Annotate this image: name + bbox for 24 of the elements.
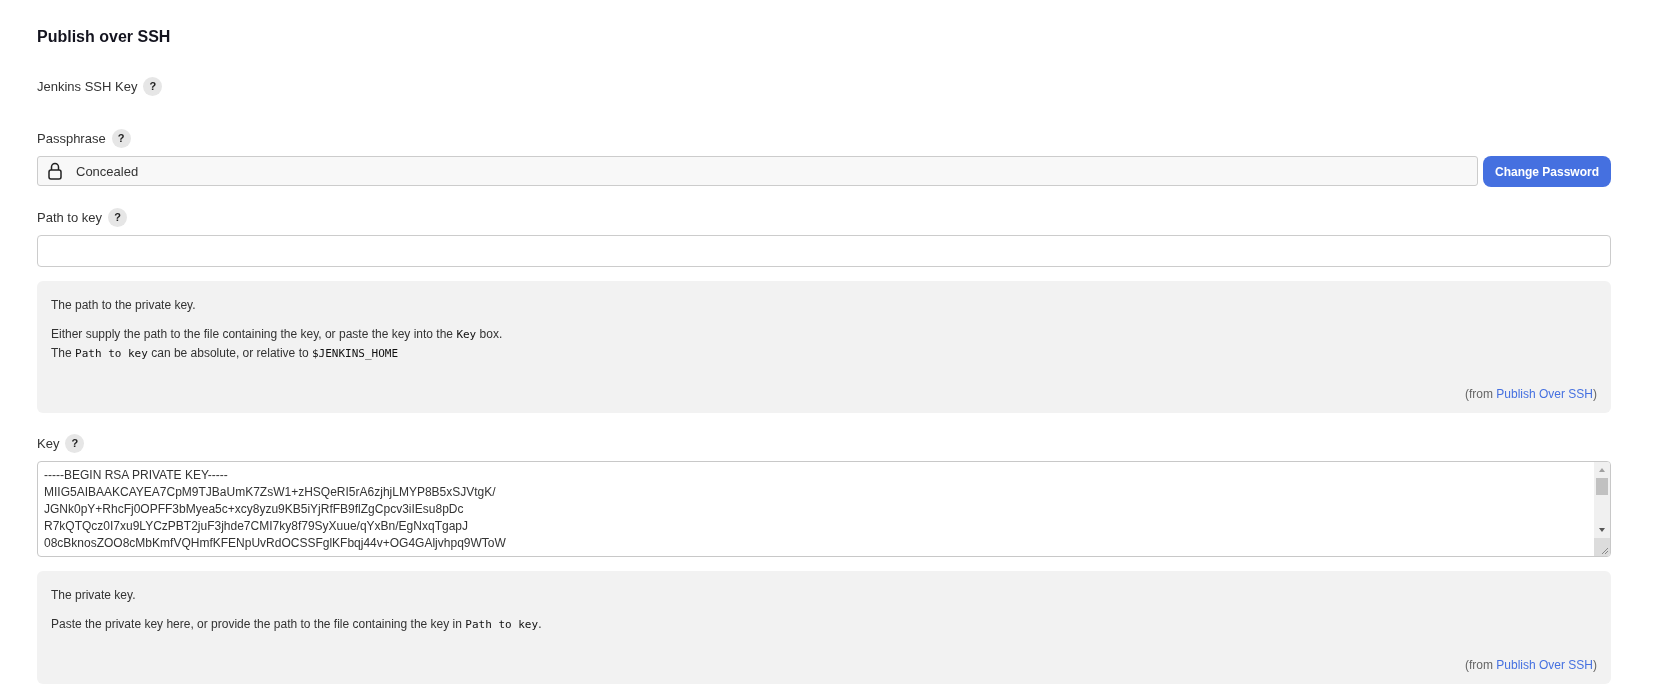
- field-label: Jenkins SSH Key: [37, 78, 138, 94]
- change-password-button[interactable]: Change Password: [1482, 156, 1611, 187]
- plugin-link[interactable]: Publish Over SSH: [1496, 387, 1593, 401]
- field-label: Passphrase: [37, 130, 106, 146]
- plugin-link[interactable]: Publish Over SSH: [1496, 658, 1593, 672]
- help-text: The Path to key can be absolute, or relative to $JENKINS_HOME: [51, 345, 400, 362]
- scrollbar[interactable]: [1594, 462, 1610, 556]
- help-button[interactable]: ?: [65, 433, 85, 453]
- help-button[interactable]: ?: [143, 76, 163, 96]
- source-note: (from Publish Over SSH): [1464, 387, 1597, 401]
- help-text: Either supply the path to the file containing the key, or paste the key into the Key box.: [51, 326, 504, 343]
- help-text: Paste the private key here, or provide the path to the file containing the key in Path to key.: [51, 616, 543, 633]
- field-label: Key: [37, 435, 60, 451]
- help-text: The path to the private key.: [51, 297, 197, 314]
- help-text: The private key.: [51, 587, 137, 604]
- passphrase-field[interactable]: Concealed: [37, 156, 1478, 186]
- section-title: Publish over SSH: [37, 28, 172, 46]
- path-input[interactable]: [37, 235, 1611, 267]
- help-button[interactable]: ?: [108, 207, 128, 227]
- help-button[interactable]: ?: [111, 128, 131, 148]
- field-label: Path to key: [37, 209, 103, 225]
- lock-icon: [48, 162, 62, 180]
- key-textarea[interactable]: -----BEGIN RSA PRIVATE KEY----- MIIG5AIBAAKCAYEA7CpM9TJBaUmK7ZsW1+zHSQeRI5rA6zjhjLMYP8B5xSJVtgK/ JGNk0pY+RhcFj0OPFF3bMyea5c+xcy8yzu9KB5iYjRfFB9flZgCpcv3iIEsu8pDc R7kQTQcz0I7xu9LYCzPBT2juF3jhde7CMI7ky8f79SyXuue/qYxBn/EgNxqTgapJ 08cBknosZOO8cMbKmfVQHmfKFENpUvRdOCSSFglKFbqj44v+OG4GAljvhpq9WToW: [37, 461, 1611, 557]
- source-note: (from Publish Over SSH): [1464, 658, 1597, 672]
